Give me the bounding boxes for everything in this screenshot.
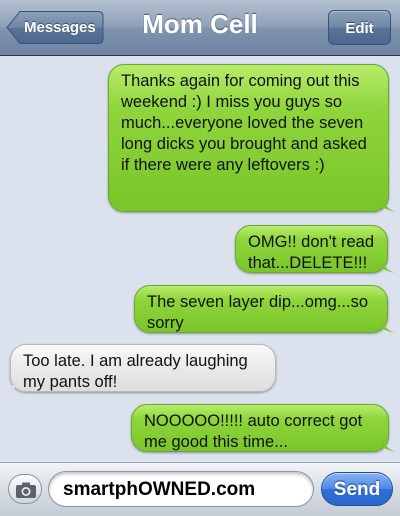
- camera-button[interactable]: [8, 474, 42, 504]
- message-bubble-sent: NOOOOO!!!!! auto correct got me good thi…: [131, 404, 396, 452]
- bubble-tail: [382, 196, 396, 212]
- message-input-text: smartphOWNED.com: [63, 479, 256, 500]
- send-button-label: Send: [333, 479, 381, 500]
- message-input[interactable]: smartphOWNED.com: [48, 471, 314, 507]
- message-text: OMG!! don't read that...DELETE!!!: [248, 233, 375, 272]
- message-text: NOOOOO!!!!! auto correct got me good thi…: [144, 412, 363, 451]
- compose-bar: smartphOWNED.com Send: [0, 462, 400, 516]
- bubble-tail: [3, 376, 17, 392]
- message-bubble-received: Too late. I am already laughing my pants…: [3, 344, 276, 392]
- bubble-tail: [382, 436, 396, 452]
- message-text: Thanks again for coming out this weekend…: [121, 72, 367, 174]
- bubble-tail: [381, 257, 395, 273]
- edit-button[interactable]: Edit: [328, 10, 391, 45]
- camera-icon: [16, 482, 36, 498]
- message-text: The seven layer dip...omg...so sorry: [147, 293, 369, 332]
- message-text: Too late. I am already laughing my pants…: [23, 352, 248, 391]
- message-bubble-sent: OMG!! don't read that...DELETE!!!: [235, 225, 395, 273]
- message-bubble-sent: Thanks again for coming out this weekend…: [108, 64, 396, 212]
- send-button[interactable]: Send: [321, 472, 393, 506]
- message-bubble-sent: The seven layer dip...omg...so sorry: [134, 285, 395, 333]
- navigation-bar: Messages Mom Cell Edit: [0, 0, 400, 56]
- edit-button-label: Edit: [345, 20, 374, 37]
- bubble-tail: [381, 317, 395, 333]
